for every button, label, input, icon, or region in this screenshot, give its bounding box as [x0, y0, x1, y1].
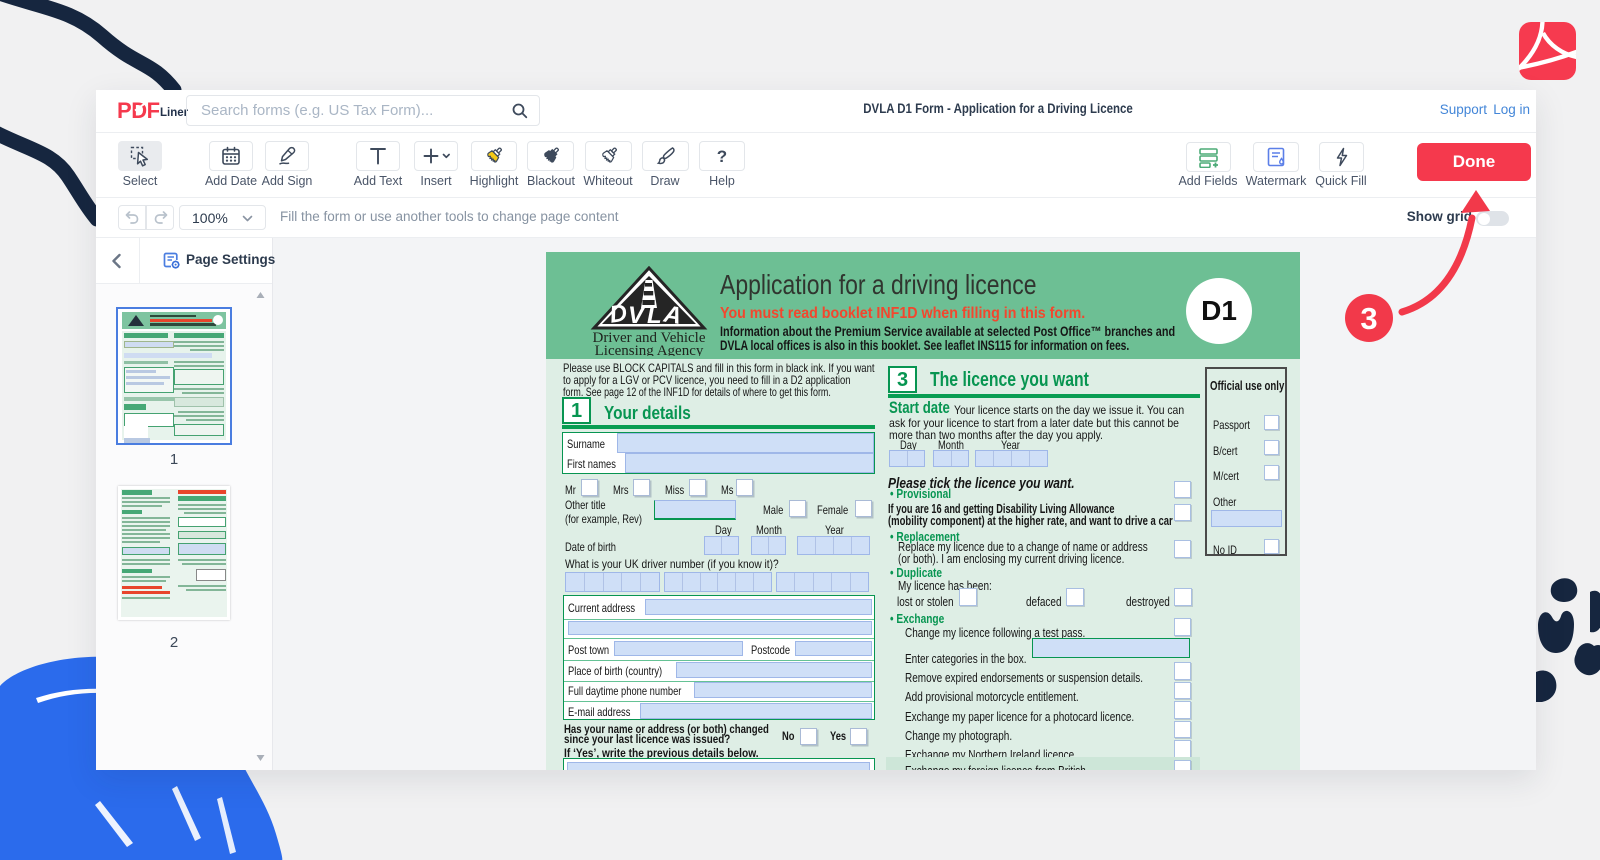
svg-text:?: ? — [717, 147, 727, 166]
svg-text:V: V — [628, 302, 646, 329]
svg-text:L: L — [647, 302, 662, 329]
svg-text:3: 3 — [1360, 301, 1377, 336]
svg-text:Licensing Agency: Licensing Agency — [595, 343, 704, 356]
